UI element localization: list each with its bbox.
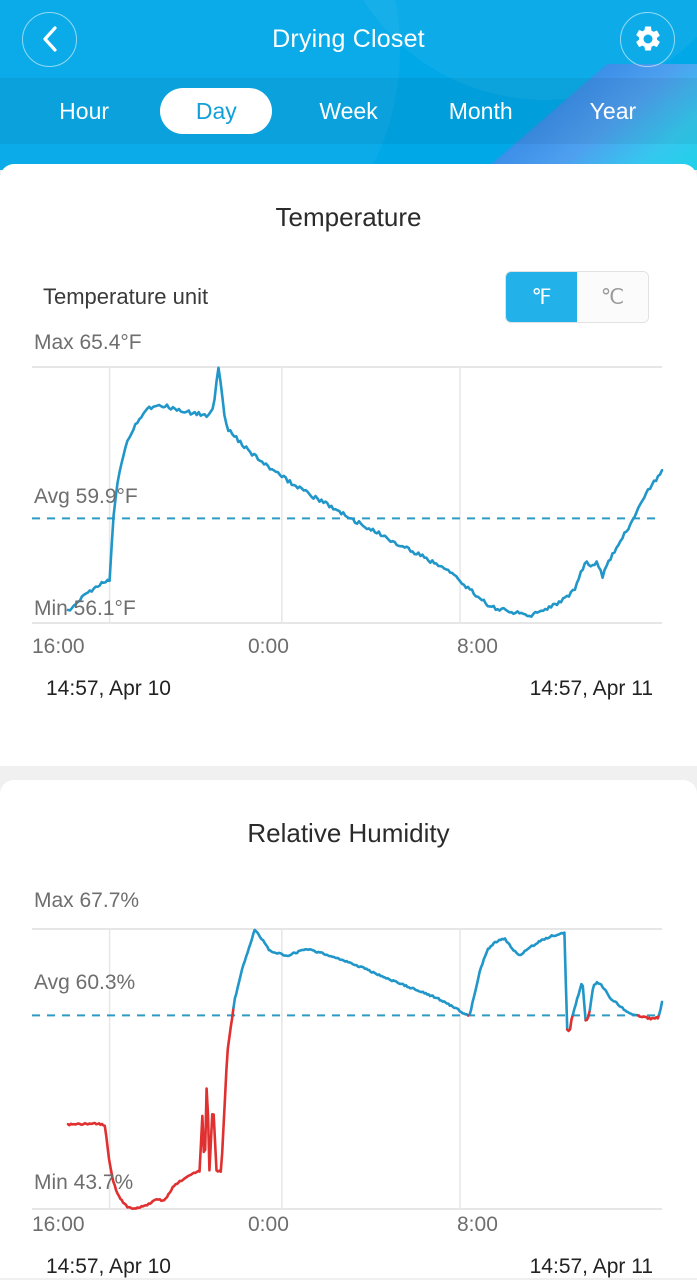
temperature-min-stat: Min 56.1°F xyxy=(34,597,136,620)
page-title: Drying Closet xyxy=(272,24,425,53)
temperature-card: Temperature Temperature unit ℉ ℃ Max 65.… xyxy=(0,164,697,766)
humidity-range-row: 14:57, Apr 10 14:57, Apr 11 xyxy=(0,1247,697,1279)
screen-root: Drying Closet Hour Day Week Month Year T… xyxy=(0,0,697,1280)
temperature-unit-row: Temperature unit ℉ ℃ xyxy=(0,233,697,323)
humidity-max-stat: Max 67.7% xyxy=(34,889,140,912)
temperature-chart[interactable]: Max 65.4°F Avg 59.9°F Min 56.1°F 16:00 0… xyxy=(0,323,697,701)
tab-week[interactable]: Week xyxy=(282,88,414,134)
temperature-unit-toggle[interactable]: ℉ ℃ xyxy=(505,271,649,323)
humidity-xtick-2: 8:00 xyxy=(457,1213,498,1236)
humidity-card: Relative Humidity Max 67.7% Avg 60.3% Mi… xyxy=(0,780,697,1278)
temperature-xtick-2: 8:00 xyxy=(457,635,498,658)
humidity-x-axis: 16:00 0:00 8:00 xyxy=(0,1213,697,1247)
tab-year[interactable]: Year xyxy=(547,88,679,134)
humidity-chart[interactable]: Max 67.7% Avg 60.3% Min 43.7% 16:00 0:00… xyxy=(0,881,697,1279)
temperature-card-title: Temperature xyxy=(275,202,422,232)
title-bar: Drying Closet xyxy=(0,0,697,78)
temperature-range-end: 14:57, Apr 11 xyxy=(529,677,653,700)
tab-month[interactable]: Month xyxy=(415,88,547,134)
humidity-range-start: 14:57, Apr 10 xyxy=(46,1255,171,1278)
temperature-avg-stat: Avg 59.9°F xyxy=(34,485,138,508)
unit-option-celsius[interactable]: ℃ xyxy=(577,272,648,322)
humidity-min-stat: Min 43.7% xyxy=(34,1171,134,1194)
chevron-left-icon xyxy=(42,26,57,52)
gear-icon xyxy=(635,26,660,51)
temperature-plot xyxy=(32,366,664,624)
temperature-max-stat: Max 65.4°F xyxy=(34,331,142,354)
back-button[interactable] xyxy=(22,11,77,67)
humidity-range-end: 14:57, Apr 11 xyxy=(529,1255,653,1278)
temperature-x-axis: 16:00 0:00 8:00 xyxy=(0,635,697,669)
temperature-xtick-1: 0:00 xyxy=(248,635,289,658)
app-header: Drying Closet Hour Day Week Month Year xyxy=(0,0,697,170)
settings-button[interactable] xyxy=(620,11,675,67)
temperature-range-start: 14:57, Apr 10 xyxy=(46,677,171,700)
tab-hour[interactable]: Hour xyxy=(18,88,150,134)
temperature-unit-label: Temperature unit xyxy=(43,284,209,309)
humidity-xtick-1: 0:00 xyxy=(248,1213,289,1236)
card-separator xyxy=(0,766,697,780)
period-tabs[interactable]: Hour Day Week Month Year xyxy=(0,78,697,144)
temperature-range-row: 14:57, Apr 10 14:57, Apr 11 xyxy=(0,669,697,701)
tab-day[interactable]: Day xyxy=(160,88,273,134)
humidity-avg-stat: Avg 60.3% xyxy=(34,971,136,994)
humidity-plot xyxy=(32,928,664,1211)
temperature-xtick-0: 16:00 xyxy=(32,635,85,658)
humidity-xtick-0: 16:00 xyxy=(32,1213,85,1236)
unit-option-fahrenheit[interactable]: ℉ xyxy=(506,272,577,322)
humidity-card-title: Relative Humidity xyxy=(247,818,450,848)
